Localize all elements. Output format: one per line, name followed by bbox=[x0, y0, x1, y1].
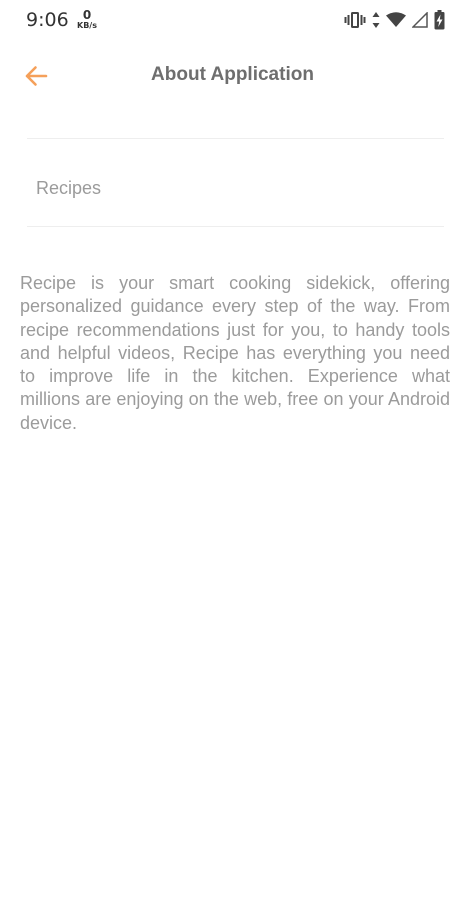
divider-bottom bbox=[27, 226, 444, 227]
network-speed-unit: KB/s bbox=[77, 21, 97, 30]
data-arrows-icon bbox=[372, 12, 380, 28]
app-bar: About Application bbox=[0, 48, 465, 104]
network-speed: 0 KB/s bbox=[75, 9, 99, 30]
status-bar: 9:06 0 KB/s bbox=[0, 0, 465, 40]
battery-charging-icon bbox=[434, 10, 445, 30]
app-name-row: Recipes bbox=[27, 139, 444, 226]
network-speed-value: 0 bbox=[82, 8, 92, 22]
vibrate-icon bbox=[344, 12, 366, 28]
status-time: 9:06 bbox=[26, 9, 69, 31]
wifi-icon bbox=[386, 12, 406, 27]
cell-signal-icon bbox=[412, 12, 428, 28]
app-name: Recipes bbox=[36, 178, 102, 198]
page-title: About Application bbox=[151, 64, 314, 85]
status-icons bbox=[344, 10, 445, 30]
app-description: Recipe is your smart cooking sidekick, o… bbox=[20, 273, 450, 433]
